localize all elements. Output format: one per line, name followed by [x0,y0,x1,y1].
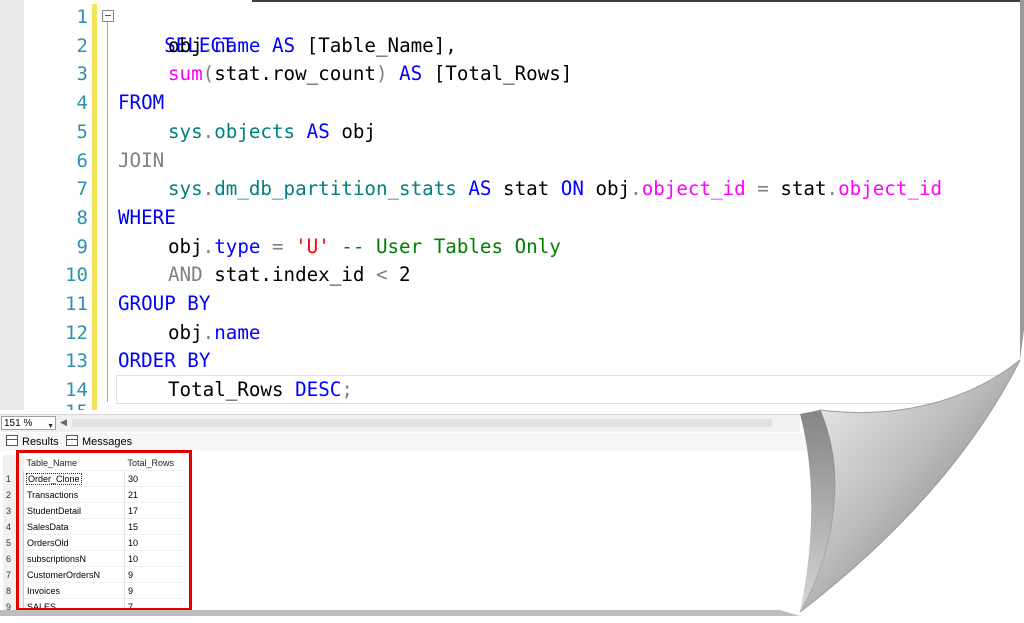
code-line-12: obj.name [168,320,261,344]
line-number: 5 [76,120,88,143]
code-line-2: obj.name AS [Table_Name], [168,33,457,57]
chevron-down-icon: ▼ [47,423,54,430]
outline-fold-line [107,22,108,402]
line-number: 3 [76,63,88,86]
change-tracking-bar [92,4,97,410]
line-number: 10 [65,264,88,287]
tab-results[interactable]: Results [6,435,59,449]
editor-top-border [252,0,1020,2]
code-line-10: AND stat.index_id < 2 [168,263,411,287]
line-number: 8 [76,206,88,229]
line-number: 4 [76,92,88,115]
code-line-11: GROUP BY [118,292,211,315]
code-line-4: FROM [118,91,165,115]
zoom-level: 151 % [4,418,33,429]
grid-icon [6,435,18,446]
code-line-8: WHERE [118,205,176,229]
scroll-left-icon[interactable]: ◀ [60,417,67,428]
line-number: 12 [65,321,88,344]
results-highlight-box [16,450,192,611]
code-line-14: Total_Rows DESC; [168,378,353,402]
query-editor[interactable]: 1 2 3 4 5 6 7 8 9 10 11 12 13 14 15 SELE… [0,0,1020,410]
zoom-dropdown[interactable]: 151 % ▼ [1,416,56,430]
code-line-3: sum(stat.row_count) AS [Total_Rows] [168,62,573,86]
line-number: 2 [76,34,88,57]
line-number: 9 [76,235,88,258]
code-line-1: SELECT [164,33,234,57]
line-number: 15 [24,398,88,410]
code-line-9: obj.type = 'U' -- User Tables Only [168,234,561,258]
code-line-5: sys.objects AS obj [168,119,376,143]
results-tabbar: Results Messages [0,433,820,451]
editor-selection-margin [0,0,24,410]
line-number: 1 [76,6,88,28]
code-line-6: JOIN [118,148,165,172]
editor-statusbar: 151 % ▼ ◀ [0,414,800,432]
tab-messages[interactable]: Messages [66,435,132,449]
line-number: 11 [65,293,88,315]
messages-icon [66,435,78,446]
code-line-13: ORDER BY [118,349,211,373]
collapse-region-toggle[interactable] [102,10,114,22]
line-number: 13 [65,350,88,373]
horizontal-scrollbar[interactable] [72,419,772,427]
line-number: 7 [76,178,88,201]
code-line-7: sys.dm_db_partition_stats AS stat ON obj… [168,177,943,201]
line-number: 6 [76,149,88,172]
